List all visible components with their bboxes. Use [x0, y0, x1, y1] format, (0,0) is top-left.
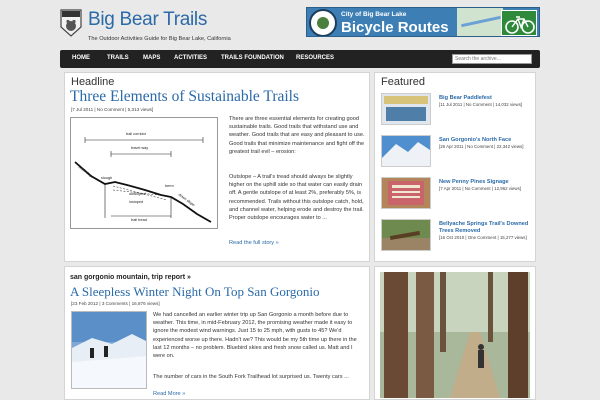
- headline-title-link[interactable]: Three Elements of Sustainable Trails: [70, 88, 299, 106]
- diagram-label-slough: slough: [101, 176, 113, 180]
- post-excerpt-2: The number of cars in the South Fork Tra…: [153, 374, 349, 380]
- featured-item-2-title[interactable]: San Gorgonio's North Face: [439, 137, 533, 144]
- city-seal-icon: [309, 9, 337, 36]
- bicycle-icon: [501, 10, 537, 36]
- post-thumbnail[interactable]: [71, 311, 147, 389]
- post-title-link[interactable]: A Sleepless Winter Night On Top San Gorg…: [70, 284, 320, 300]
- trail-cross-section-diagram[interactable]: trail corridor travel way back slope slo…: [70, 117, 218, 229]
- main-nav: HOME TRAILS MAPS ACTIVITIES TRAILS FOUND…: [60, 50, 540, 68]
- banner-small-text: City of Big Bear Lake: [341, 11, 407, 18]
- featured-item-3-title[interactable]: New Penny Pines Signage: [439, 179, 533, 186]
- featured-thumb-4[interactable]: [381, 219, 431, 251]
- featured-item-2-meta: [26 Apr 2011 | No Comment | 22,342 views…: [439, 144, 524, 149]
- post-meta: [23 Feb 2012 | 3 Comments | 16,876 views…: [71, 301, 160, 306]
- headline-read-more-link[interactable]: Read the full story »: [229, 240, 279, 246]
- diagram-label-corridor: trail corridor: [126, 132, 147, 136]
- diagram-label-outsloped: outsloped: [129, 192, 146, 196]
- featured-item-4-meta: [16 Oct 2010 | One Comment | 15,277 view…: [439, 235, 527, 240]
- diagram-label-travel-way: travel way: [131, 146, 149, 150]
- second-post-panel: san gorgonio mountain, trip report » A S…: [64, 266, 370, 400]
- headline-excerpt: There are three essential elements for c…: [229, 116, 365, 155]
- headline-section-label: Headline: [71, 76, 115, 88]
- banner-title: Bicycle Routes: [341, 19, 449, 36]
- search-input[interactable]: [452, 54, 532, 64]
- headline-excerpt-2: Outslope – A trail's tread should always…: [229, 174, 364, 222]
- site-title[interactable]: Big Bear Trails: [88, 9, 207, 31]
- nav-item-home[interactable]: HOME: [72, 55, 90, 61]
- diagram-label-berm: berm: [165, 184, 174, 188]
- site-tagline: The Outdoor Activities Guide for Big Bea…: [88, 36, 231, 42]
- featured-thumb-2[interactable]: [381, 135, 431, 167]
- featured-item-1-title[interactable]: Big Bear Paddlefest: [439, 95, 533, 102]
- featured-thumb-1[interactable]: [381, 93, 431, 125]
- diagram-label-insloped: insloped: [129, 200, 144, 204]
- nav-item-trails[interactable]: TRAILS: [107, 55, 129, 61]
- bicycle-routes-banner[interactable]: City of Big Bear Lake Bicycle Routes: [306, 7, 540, 37]
- featured-section-label: Featured: [381, 76, 426, 88]
- headline-panel: Headline Three Elements of Sustainable T…: [64, 72, 370, 262]
- diagram-label-trail-tread: trail tread: [131, 218, 147, 222]
- post-read-more-link[interactable]: Read More »: [153, 391, 185, 397]
- nav-item-resources[interactable]: RESOURCES: [296, 55, 334, 61]
- featured-thumb-3[interactable]: [381, 177, 431, 209]
- nav-item-maps[interactable]: MAPS: [143, 55, 160, 61]
- featured-panel: Featured Big Bear Paddlefest [11 Jul 201…: [374, 72, 536, 262]
- featured-item-4-title[interactable]: Bellyache Springs Trail's Downed Trees R…: [439, 221, 533, 235]
- site-logo[interactable]: [60, 9, 82, 37]
- headline-meta: [7 Jul 2011 | No Comment | 5,313 views]: [71, 107, 154, 112]
- post-category-link[interactable]: san gorgonio mountain, trip report »: [70, 274, 191, 281]
- post-excerpt: We had cancelled an earlier winter trip …: [153, 312, 357, 360]
- featured-item-1-meta: [11 Jul 2011 | No Comment | 14,032 views…: [439, 102, 523, 107]
- forest-photo-panel: [374, 266, 536, 400]
- nav-item-activities[interactable]: ACTIVITIES: [174, 55, 207, 61]
- forest-trail-photo[interactable]: [380, 272, 530, 398]
- featured-item-3-meta: [7 Apr 2011 | No Comment | 12,962 views]: [439, 186, 522, 191]
- map-thumbnail-icon: [457, 8, 503, 36]
- nav-item-trails-foundation[interactable]: TRAILS FOUNDATION: [221, 55, 284, 61]
